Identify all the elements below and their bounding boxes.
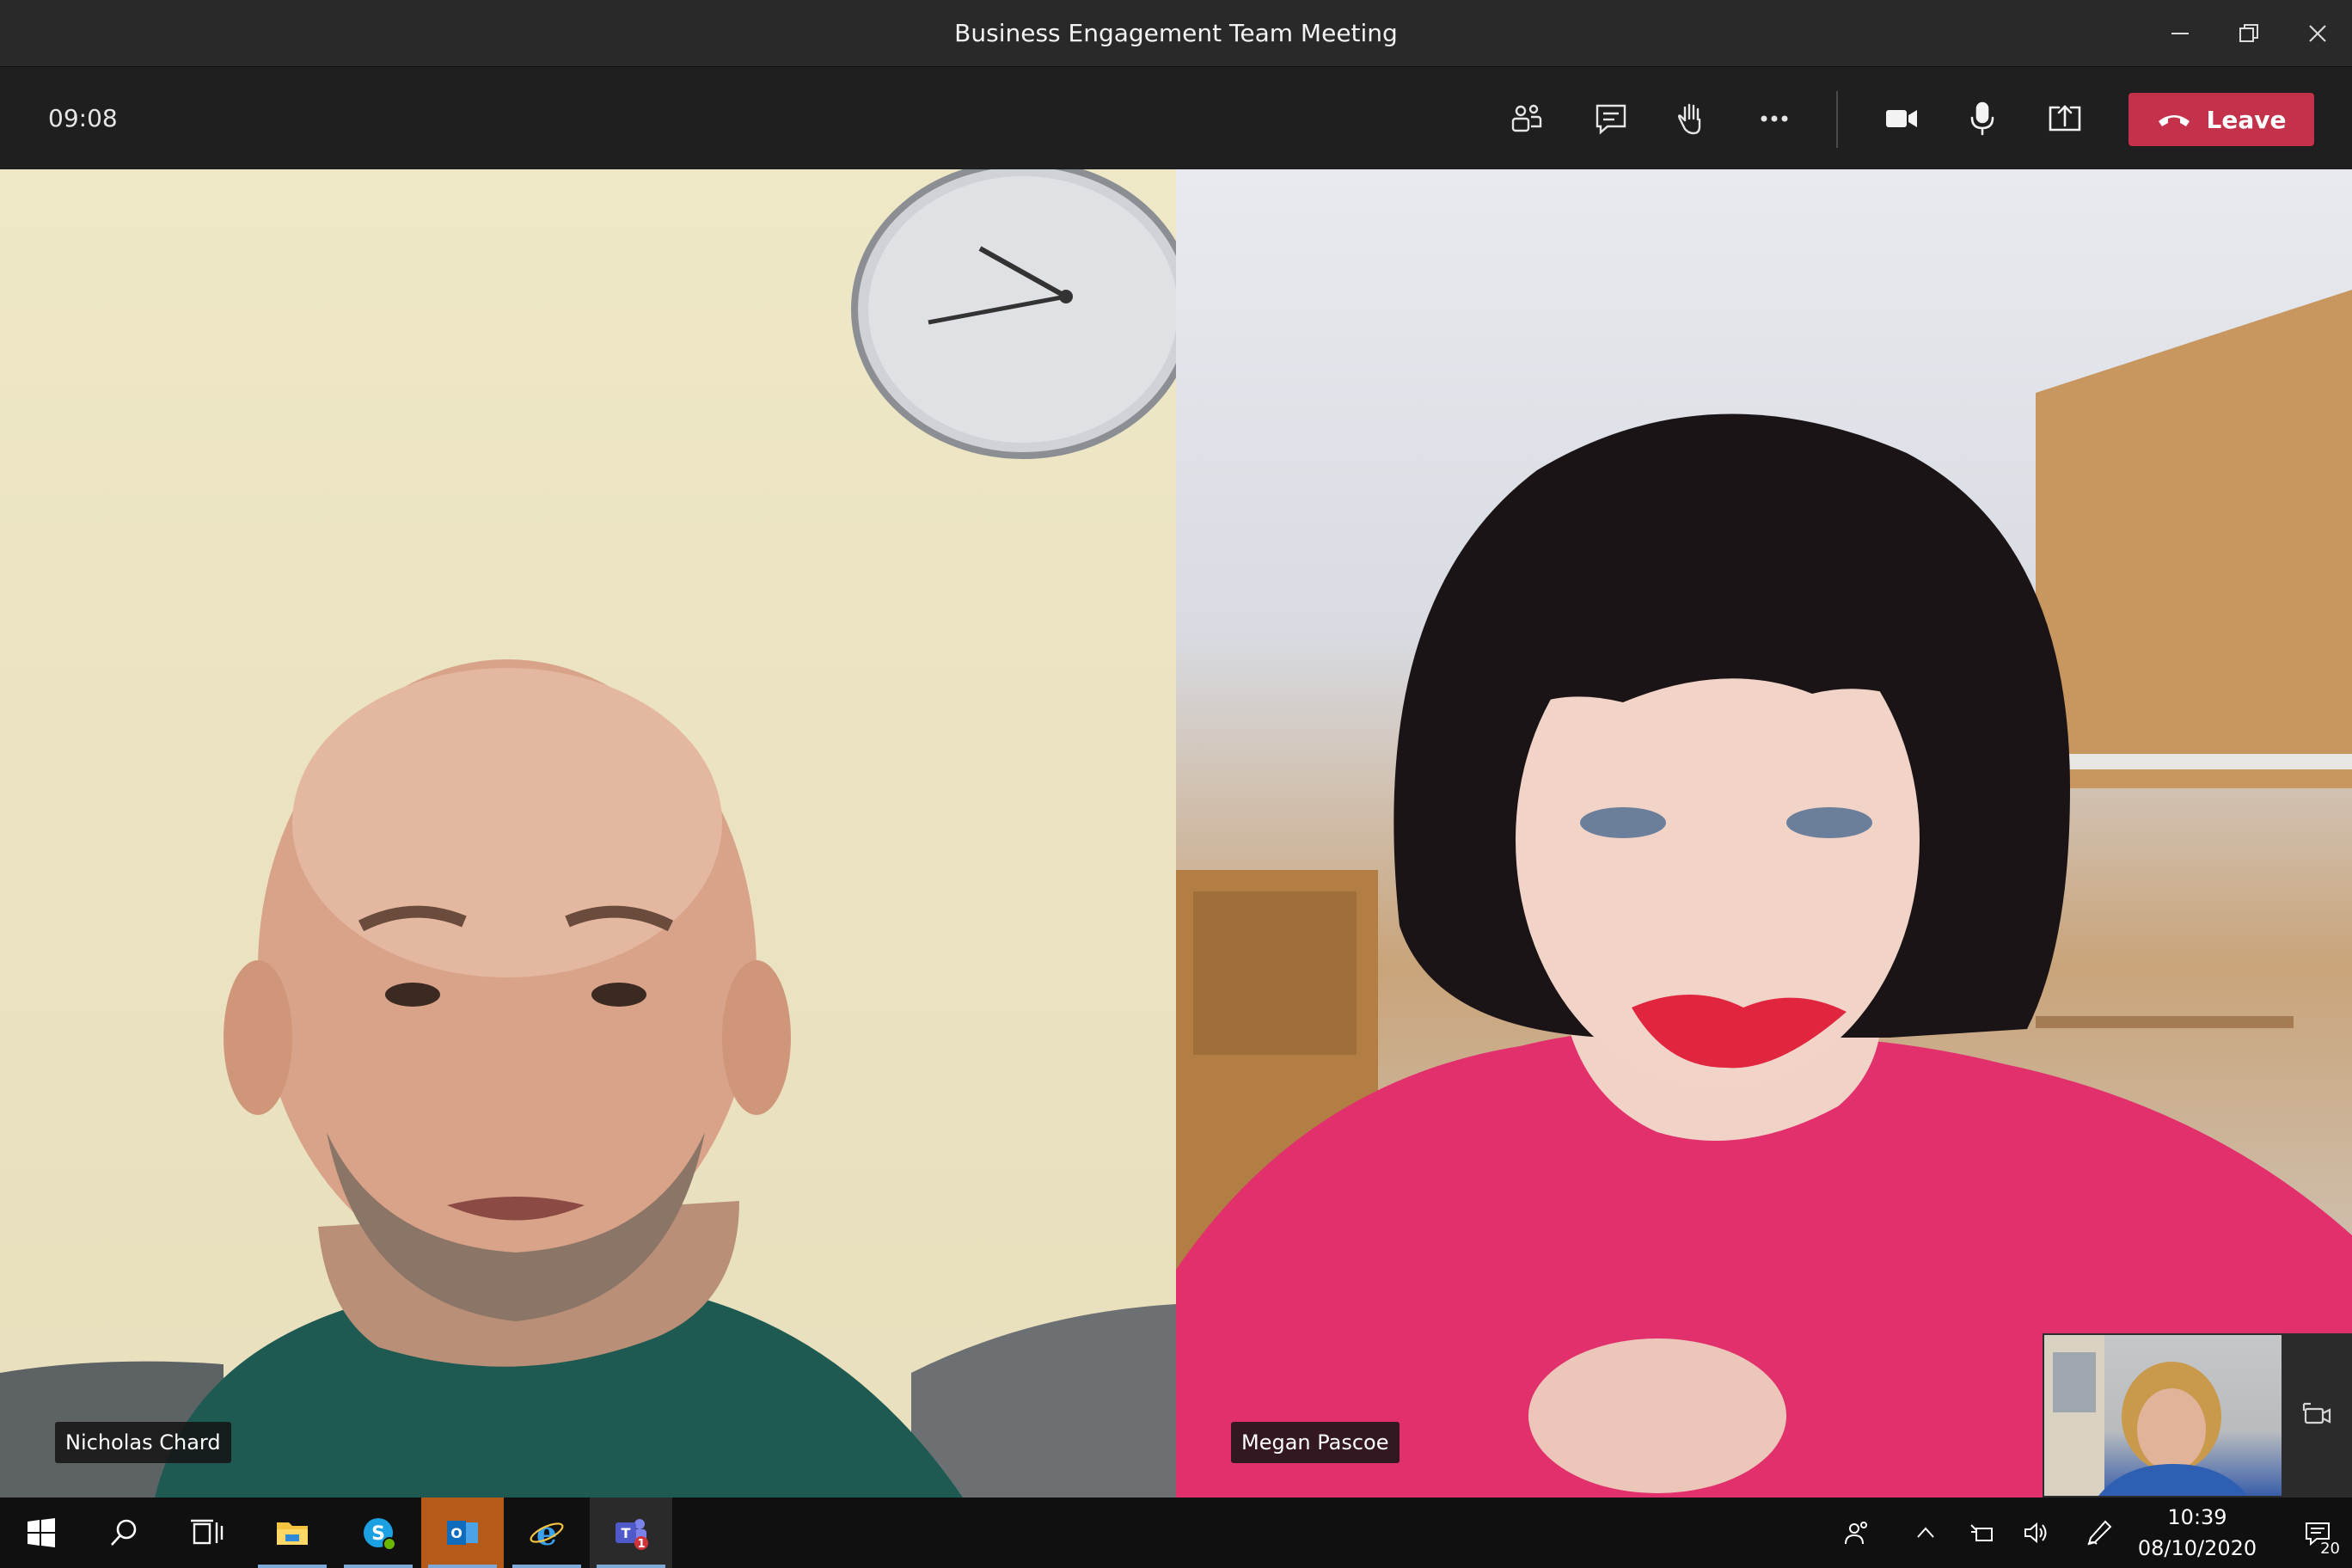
raise-hand-button[interactable]: [1656, 84, 1724, 153]
internet-explorer-taskbar-button[interactable]: e: [505, 1498, 588, 1568]
switch-camera-icon: [2302, 1402, 2331, 1424]
skype-taskbar-button[interactable]: S: [337, 1498, 420, 1568]
windows-taskbar: S O e T 1 10:39 08/10/2020 20: [0, 1498, 2352, 1568]
outlook-taskbar-button[interactable]: O: [421, 1498, 504, 1568]
leave-label: Leave: [2206, 105, 2287, 134]
participant-video-feed: [1176, 290, 2352, 1498]
task-view-icon: [191, 1519, 224, 1545]
self-video-preview[interactable]: [2043, 1333, 2283, 1498]
self-video-feed: [2044, 1335, 2248, 1496]
close-icon: [2309, 24, 2326, 42]
more-options-button[interactable]: [1740, 84, 1809, 153]
people-tray-button[interactable]: [1829, 1498, 1884, 1568]
file-explorer-taskbar-button[interactable]: [251, 1498, 334, 1568]
minimize-icon: [2171, 32, 2189, 34]
teams-notification-badge: 1: [637, 1538, 645, 1551]
chevron-up-icon: [1917, 1527, 1934, 1538]
clock-time: 10:39: [2167, 1505, 2227, 1529]
clock-date: 08/10/2020: [2137, 1536, 2257, 1560]
show-participants-button[interactable]: [1492, 84, 1561, 153]
toggle-microphone-button[interactable]: [1948, 84, 2017, 153]
chat-icon: [1596, 104, 1626, 135]
file-explorer-icon: [277, 1522, 308, 1545]
svg-text:T: T: [622, 1525, 631, 1541]
skype-icon: S: [364, 1518, 396, 1551]
show-hidden-icons-button[interactable]: [1898, 1498, 1953, 1568]
network-battery-icon: [1970, 1524, 1993, 1541]
toolbar-divider: [1836, 91, 1838, 148]
start-button[interactable]: [0, 1498, 83, 1568]
title-bar: Business Engagement Team Meeting: [0, 0, 2352, 66]
more-options-icon: [1761, 115, 1788, 122]
participant-name-tag: Megan Pascoe: [1231, 1422, 1400, 1463]
internet-explorer-icon: e: [530, 1514, 564, 1552]
show-chat-button[interactable]: [1577, 84, 1645, 153]
leave-button[interactable]: Leave: [2128, 93, 2314, 146]
volume-tray-button[interactable]: [2008, 1498, 2063, 1568]
teams-taskbar-button[interactable]: T 1: [590, 1498, 672, 1568]
hang-up-icon: [2158, 115, 2190, 126]
svg-text:e: e: [536, 1514, 557, 1552]
restore-icon: [2239, 23, 2258, 42]
action-center-button[interactable]: 20: [2287, 1498, 2349, 1568]
meeting-timer: 09:08: [48, 104, 118, 132]
windows-start-icon: [28, 1518, 55, 1547]
meeting-toolbar: 09:08 Leave: [0, 66, 2352, 169]
minimize-button[interactable]: [2146, 0, 2214, 66]
participant-name-tag: Nicholas Chard: [55, 1422, 231, 1463]
people-icon: [1845, 1522, 1867, 1545]
volume-icon: [2024, 1522, 2047, 1544]
notification-count-badge: 20: [2318, 1540, 2342, 1558]
microphone-icon: [1970, 101, 1994, 136]
taskbar-clock[interactable]: 10:39 08/10/2020: [2103, 1498, 2292, 1568]
participant-video-tile[interactable]: Nicholas Chard: [0, 169, 1176, 1498]
participant-video-tile[interactable]: Megan Pascoe: [1176, 169, 2352, 1498]
search-icon: [111, 1519, 137, 1546]
task-view-button[interactable]: [165, 1498, 248, 1568]
raise-hand-icon: [1678, 103, 1701, 135]
close-button[interactable]: [2283, 0, 2352, 66]
camera-icon: [1886, 110, 1917, 127]
search-button[interactable]: [83, 1498, 165, 1568]
participant-video-feed: [0, 169, 1176, 1498]
people-icon: [1511, 104, 1542, 132]
restore-button[interactable]: [2214, 0, 2283, 66]
outlook-icon: O: [447, 1521, 478, 1545]
teams-icon: T 1: [616, 1519, 648, 1551]
toggle-camera-button[interactable]: [1867, 84, 1936, 153]
svg-text:O: O: [450, 1525, 462, 1541]
share-screen-icon: [2049, 105, 2081, 132]
share-screen-button[interactable]: [2030, 84, 2099, 153]
self-view-controls[interactable]: [2283, 1333, 2352, 1498]
network-tray-button[interactable]: [1955, 1498, 2010, 1568]
window-title: Business Engagement Team Meeting: [954, 19, 1398, 47]
